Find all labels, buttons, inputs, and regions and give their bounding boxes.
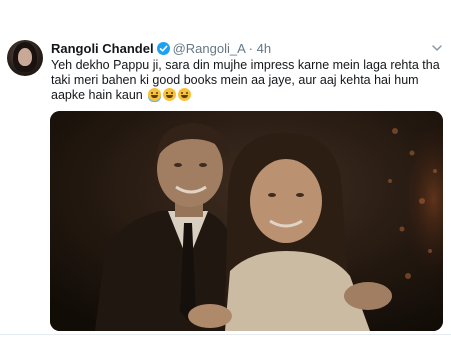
tweet-header: Rangoli Chandel @Rangoli_A · 4h (51, 41, 271, 57)
display-name[interactable]: Rangoli Chandel (51, 41, 154, 56)
photo-image (50, 111, 443, 331)
timestamp[interactable]: 4h (257, 41, 271, 56)
grinning-emoji-icon (178, 88, 192, 101)
grinning-emoji-icon (163, 88, 177, 101)
tweet-photo[interactable] (50, 111, 443, 331)
avatar-face (18, 48, 32, 66)
avatar[interactable] (7, 40, 43, 76)
tweet-card[interactable]: Rangoli Chandel @Rangoli_A · 4h Yeh dekho… (0, 0, 451, 338)
separator-dot: · (248, 41, 253, 56)
verified-badge-icon (156, 42, 170, 55)
divider (0, 334, 451, 335)
chevron-down-icon[interactable] (431, 42, 443, 54)
handle[interactable]: @Rangoli_A (173, 41, 245, 56)
tweet-text: Yeh dekho Pappu ji, sara din mujhe impre… (51, 58, 446, 103)
tweet-body: Yeh dekho Pappu ji, sara din mujhe impre… (51, 58, 440, 102)
tears-of-joy-emoji-icon (148, 88, 162, 101)
